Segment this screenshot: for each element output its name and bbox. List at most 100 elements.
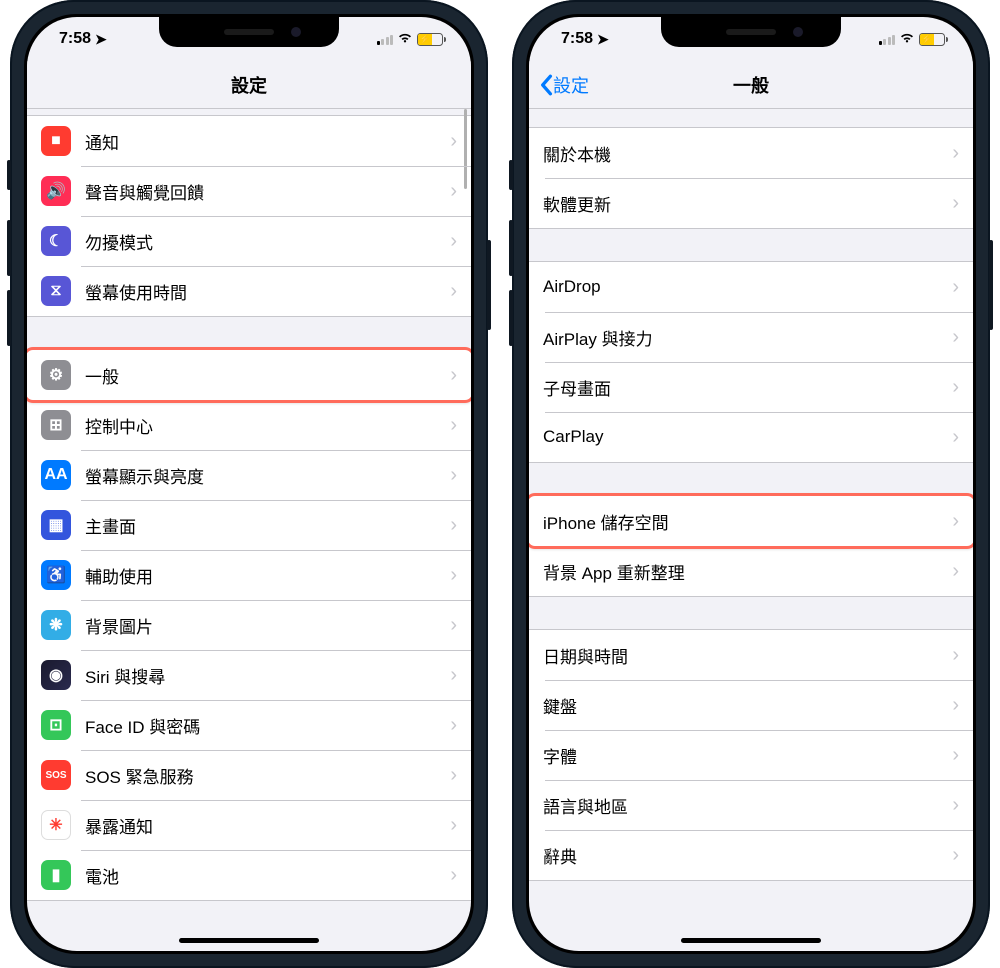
chevron-right-icon: › bbox=[450, 130, 457, 153]
settings-row[interactable]: ♿輔助使用› bbox=[27, 550, 471, 600]
chevron-right-icon: › bbox=[450, 514, 457, 537]
settings-row[interactable]: AA螢幕顯示與亮度› bbox=[27, 450, 471, 500]
exposure-icon: ✳ bbox=[41, 810, 71, 840]
home-indicator[interactable] bbox=[179, 938, 319, 943]
settings-row[interactable]: 子母畫面› bbox=[529, 362, 973, 412]
settings-row[interactable]: ✳ 暴露通知› bbox=[27, 800, 471, 850]
settings-row[interactable]: iPhone 儲存空間› bbox=[529, 496, 973, 546]
mute-switch bbox=[7, 160, 11, 190]
back-label: 設定 bbox=[553, 72, 589, 98]
row-label: 螢幕使用時間 bbox=[85, 279, 450, 304]
settings-row[interactable]: 鍵盤› bbox=[529, 680, 973, 730]
chevron-right-icon: › bbox=[450, 564, 457, 587]
chevron-right-icon: › bbox=[450, 614, 457, 637]
chevron-right-icon: › bbox=[450, 180, 457, 203]
battery-icon: ▮ bbox=[41, 860, 71, 890]
chevron-right-icon: › bbox=[450, 664, 457, 687]
home-screen-icon: ▦ bbox=[41, 510, 71, 540]
back-button[interactable]: 設定 bbox=[539, 72, 589, 98]
row-label: 日期與時間 bbox=[543, 643, 952, 668]
settings-row[interactable]: 日期與時間› bbox=[529, 630, 973, 680]
row-label: 聲音與觸覺回饋 bbox=[85, 179, 450, 204]
chevron-right-icon: › bbox=[952, 644, 959, 667]
chevron-right-icon: › bbox=[450, 280, 457, 303]
chevron-right-icon: › bbox=[450, 464, 457, 487]
location-icon: ➤ bbox=[597, 31, 609, 48]
settings-row[interactable]: ⚙一般› bbox=[27, 350, 471, 400]
row-label: 鍵盤 bbox=[543, 693, 952, 718]
volume-down-button bbox=[509, 290, 513, 346]
nav-bar: 設定 一般 bbox=[529, 61, 973, 109]
sos-icon: SOS bbox=[41, 760, 71, 790]
phone-frame-right: 7:58 ➤ ⚡ 設定 一般 bbox=[512, 0, 990, 968]
location-icon: ➤ bbox=[95, 31, 107, 48]
row-label: 背景 App 重新整理 bbox=[543, 559, 952, 584]
chevron-right-icon: › bbox=[952, 376, 959, 399]
settings-row[interactable]: 背景 App 重新整理› bbox=[529, 546, 973, 596]
settings-row[interactable]: AirPlay 與接力› bbox=[529, 312, 973, 362]
settings-row[interactable]: 辭典› bbox=[529, 830, 973, 880]
home-indicator[interactable] bbox=[681, 938, 821, 943]
chevron-right-icon: › bbox=[952, 794, 959, 817]
chevron-right-icon: › bbox=[450, 814, 457, 837]
settings-row[interactable]: CarPlay› bbox=[529, 412, 973, 462]
settings-group: ⚙一般›⊞控制中心›AA螢幕顯示與亮度›▦主畫面›♿輔助使用›❋背景圖片›◉Si… bbox=[27, 349, 471, 901]
settings-row[interactable]: ▮電池› bbox=[27, 850, 471, 900]
row-label: iPhone 儲存空間 bbox=[543, 509, 952, 534]
cell-signal-icon bbox=[879, 33, 896, 45]
nav-bar: 設定 bbox=[27, 61, 471, 109]
settings-row[interactable]: 🔊 聲音與觸覺回饋› bbox=[27, 166, 471, 216]
row-label: Face ID 與密碼 bbox=[85, 713, 450, 738]
row-label: 通知 bbox=[85, 129, 450, 154]
siri-icon: ◉ bbox=[41, 660, 71, 690]
status-time: 7:58 bbox=[561, 30, 593, 48]
row-label: 語言與地區 bbox=[543, 793, 952, 818]
settings-row[interactable]: ❋ 背景圖片› bbox=[27, 600, 471, 650]
settings-row[interactable]: ☾勿擾模式› bbox=[27, 216, 471, 266]
row-label: SOS 緊急服務 bbox=[85, 763, 450, 788]
chevron-right-icon: › bbox=[450, 714, 457, 737]
volume-down-button bbox=[7, 290, 11, 346]
settings-list[interactable]: ■通知›🔊聲音與觸覺回饋›☾勿擾模式›⧖螢幕使用時間›⚙一般›⊞控制中心›AA螢… bbox=[27, 109, 471, 951]
settings-row[interactable]: ▦主畫面› bbox=[27, 500, 471, 550]
row-label: 背景圖片 bbox=[85, 613, 450, 638]
notch bbox=[661, 17, 841, 47]
settings-row[interactable]: ◉Siri 與搜尋› bbox=[27, 650, 471, 700]
settings-row[interactable]: SOSSOS 緊急服務› bbox=[27, 750, 471, 800]
settings-row[interactable]: 關於本機› bbox=[529, 128, 973, 178]
settings-row[interactable]: ■通知› bbox=[27, 116, 471, 166]
sound-icon: 🔊 bbox=[41, 176, 71, 206]
settings-row[interactable]: AirDrop› bbox=[529, 262, 973, 312]
dnd-icon: ☾ bbox=[41, 226, 71, 256]
settings-row[interactable]: ⧖螢幕使用時間› bbox=[27, 266, 471, 316]
row-label: 勿擾模式 bbox=[85, 229, 450, 254]
chevron-right-icon: › bbox=[450, 414, 457, 437]
cell-signal-icon bbox=[377, 33, 394, 45]
row-label: AirPlay 與接力 bbox=[543, 325, 952, 350]
chevron-right-icon: › bbox=[952, 744, 959, 767]
settings-group: 日期與時間›鍵盤›字體›語言與地區›辭典› bbox=[529, 629, 973, 881]
volume-up-button bbox=[7, 220, 11, 276]
chevron-right-icon: › bbox=[450, 364, 457, 387]
settings-row[interactable]: ⊡Face ID 與密碼› bbox=[27, 700, 471, 750]
chevron-right-icon: › bbox=[952, 142, 959, 165]
volume-up-button bbox=[509, 220, 513, 276]
settings-row[interactable]: 語言與地區› bbox=[529, 780, 973, 830]
chevron-right-icon: › bbox=[952, 694, 959, 717]
row-label: 螢幕顯示與亮度 bbox=[85, 463, 450, 488]
row-label: 暴露通知 bbox=[85, 813, 450, 838]
general-list[interactable]: 關於本機›軟體更新›AirDrop›AirPlay 與接力›子母畫面›CarPl… bbox=[529, 109, 973, 951]
row-label: 關於本機 bbox=[543, 141, 952, 166]
wallpaper-icon: ❋ bbox=[41, 610, 71, 640]
wifi-icon bbox=[899, 31, 915, 47]
status-time: 7:58 bbox=[59, 30, 91, 48]
general-icon: ⚙ bbox=[41, 360, 71, 390]
settings-row[interactable]: 字體› bbox=[529, 730, 973, 780]
chevron-right-icon: › bbox=[952, 192, 959, 215]
chevron-right-icon: › bbox=[952, 510, 959, 533]
settings-row[interactable]: ⊞控制中心› bbox=[27, 400, 471, 450]
row-label: CarPlay bbox=[543, 427, 952, 447]
settings-row[interactable]: 軟體更新› bbox=[529, 178, 973, 228]
wifi-icon bbox=[397, 31, 413, 47]
chevron-right-icon: › bbox=[952, 560, 959, 583]
